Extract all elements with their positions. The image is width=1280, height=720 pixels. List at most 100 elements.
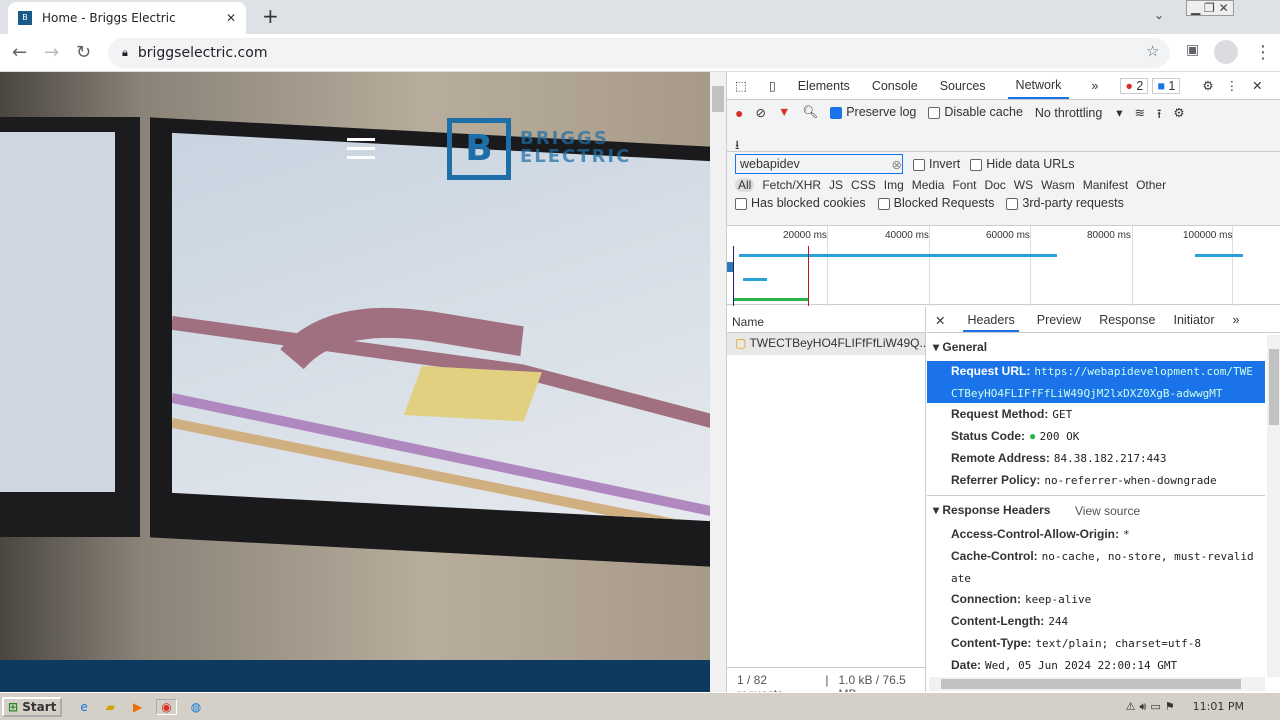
tab-response[interactable]: Response: [1099, 313, 1155, 332]
filter-icon[interactable]: ▼: [778, 105, 790, 119]
status-bar: 1 / 82 requests|1.0 kB / 76.5 MB: [727, 667, 926, 701]
header-row: Cache-Control: no-cache, no-store, must-r…: [951, 549, 1254, 563]
inspect-icon[interactable]: ⬚: [735, 78, 747, 93]
background-screen: [0, 132, 115, 492]
device-toolbar-icon[interactable]: ▯: [769, 78, 776, 93]
timeline-bar: [733, 298, 809, 301]
type-doc[interactable]: Doc: [984, 178, 1005, 192]
tab-preview[interactable]: Preview: [1037, 313, 1081, 332]
clear-filter-icon[interactable]: ⊗: [892, 157, 902, 172]
more-options-icon[interactable]: ⋮: [1226, 78, 1239, 93]
network-conditions-icon[interactable]: ≋: [1134, 105, 1144, 120]
tick-label: 40000 ms: [885, 230, 929, 241]
type-media[interactable]: Media: [912, 178, 945, 192]
throttling-select[interactable]: No throttling ▾: [1035, 105, 1123, 120]
messages-badge[interactable]: ■ 1: [1152, 77, 1181, 94]
header-row: ate: [951, 572, 971, 585]
new-tab-button[interactable]: +: [262, 4, 279, 28]
referrer-policy: Referrer Policy: no-referrer-when-downgra…: [951, 473, 1217, 487]
response-headers-toggle[interactable]: ▾ Response Headers: [933, 503, 1050, 517]
tab-search-icon[interactable]: ⌄: [1154, 8, 1164, 22]
type-js[interactable]: JS: [829, 178, 843, 192]
request-list: Name ▢ TWECTBeyHO4FLIFfFfLiW49Q... 1 / 8…: [727, 307, 926, 701]
tick-label: 80000 ms: [1087, 230, 1131, 241]
type-wasm[interactable]: Wasm: [1041, 178, 1075, 192]
timeline-bar: [1195, 254, 1243, 257]
tab-initiator[interactable]: Initiator: [1174, 313, 1215, 332]
clock: 11:01 PM: [1192, 700, 1244, 713]
details-horizontal-scrollbar[interactable]: [929, 677, 1265, 691]
tab-elements[interactable]: Elements: [798, 79, 850, 93]
general-section-toggle[interactable]: ▾ General: [933, 340, 987, 354]
folder-icon[interactable]: ▰: [106, 700, 115, 714]
errors-badge[interactable]: ● 2: [1120, 77, 1149, 94]
bookmark-star-icon[interactable]: ☆: [1146, 42, 1159, 60]
tray-icons[interactable]: ⚠🔊︎▭⚑: [1126, 700, 1179, 714]
clear-icon[interactable]: ⊘: [755, 105, 765, 120]
page-scrollbar[interactable]: [710, 72, 726, 692]
name-column-header[interactable]: Name: [727, 307, 925, 333]
close-tab-icon[interactable]: ✕: [226, 11, 236, 25]
close-devtools-icon[interactable]: ✕: [1252, 78, 1262, 93]
profile-avatar[interactable]: [1214, 40, 1238, 64]
back-icon[interactable]: ←: [12, 42, 27, 63]
preserve-log-checkbox[interactable]: Preserve log: [830, 105, 916, 119]
settings-icon[interactable]: ⚙: [1202, 78, 1213, 93]
network-overview-timeline[interactable]: 20000 ms 40000 ms 60000 ms 80000 ms 1000…: [727, 225, 1280, 306]
url-input[interactable]: 🔒︎ briggselectric.com: [108, 38, 1170, 68]
tab-network[interactable]: Network: [1007, 73, 1070, 99]
footer-band: [0, 660, 710, 692]
import-har-icon[interactable]: ⭱: [1157, 105, 1161, 126]
tab-console[interactable]: Console: [872, 79, 918, 93]
third-party-checkbox[interactable]: 3rd-party requests: [1006, 196, 1124, 210]
request-details: ✕ Headers Preview Response Initiator » ▾…: [927, 307, 1280, 692]
reload-icon[interactable]: ↻: [76, 42, 91, 63]
close-details-icon[interactable]: ✕: [935, 313, 945, 332]
menu-icon[interactable]: ⋮: [1254, 42, 1272, 63]
more-tabs[interactable]: »: [1091, 79, 1098, 93]
blocked-cookies-checkbox[interactable]: Has blocked cookies: [735, 196, 866, 210]
view-source-link[interactable]: View source: [1075, 504, 1140, 518]
type-all[interactable]: All: [735, 178, 755, 192]
tab-sources[interactable]: Sources: [940, 79, 986, 93]
details-vertical-scrollbar[interactable]: [1267, 335, 1280, 677]
disable-cache-checkbox[interactable]: Disable cache: [928, 105, 1023, 119]
media-player-icon[interactable]: ▶: [133, 700, 142, 714]
type-fetch[interactable]: Fetch/XHR: [762, 178, 821, 192]
lock-icon: 🔒︎: [122, 46, 128, 59]
favicon-icon: B: [18, 11, 32, 25]
logo-text: BRIGGS ELECTRIC: [520, 128, 632, 167]
browser-tab[interactable]: B Home - Briggs Electric ✕: [8, 2, 246, 34]
record-button[interactable]: ●: [735, 105, 743, 121]
transfer-size: 1.0 kB / 76.5 MB: [838, 673, 906, 701]
more-detail-tabs[interactable]: »: [1233, 313, 1240, 332]
blocked-requests-checkbox[interactable]: Blocked Requests: [877, 196, 994, 210]
search-icon[interactable]: 🔍︎: [802, 105, 818, 120]
hamburger-menu-icon[interactable]: [347, 138, 375, 165]
type-ws[interactable]: WS: [1014, 178, 1033, 192]
type-other[interactable]: Other: [1136, 178, 1166, 192]
hero-screen-image: [171, 132, 710, 537]
site-logo[interactable]: B: [447, 118, 511, 180]
network-settings-icon[interactable]: ⚙: [1173, 105, 1184, 120]
type-font[interactable]: Font: [952, 178, 976, 192]
request-row[interactable]: ▢ TWECTBeyHO4FLIFfFfLiW49Q...: [727, 333, 925, 355]
side-panel-icon[interactable]: ▣: [1186, 42, 1199, 58]
type-css[interactable]: CSS: [851, 178, 876, 192]
chrome-taskbar-icon[interactable]: ◉: [156, 698, 177, 715]
tab-headers[interactable]: Headers: [963, 313, 1019, 332]
edge-icon[interactable]: ◍: [191, 700, 201, 714]
tick-label: 100000 ms: [1183, 230, 1233, 241]
invert-checkbox[interactable]: Invert: [913, 157, 960, 171]
header-row: Access-Control-Allow-Origin: *: [951, 527, 1130, 541]
filter-input[interactable]: webapidev ⊗: [735, 154, 903, 174]
type-img[interactable]: Img: [884, 178, 904, 192]
start-button[interactable]: ⊞ Start: [2, 696, 63, 717]
ie-icon[interactable]: e: [80, 700, 87, 714]
hide-data-urls-checkbox[interactable]: Hide data URLs: [970, 157, 1075, 171]
forward-icon[interactable]: →: [44, 42, 59, 63]
type-manifest[interactable]: Manifest: [1083, 178, 1128, 192]
header-row: Content-Length: 244: [951, 614, 1069, 628]
tick-label: 60000 ms: [986, 230, 1030, 241]
window-controls[interactable]: ▁ ❐ ✕: [1186, 0, 1234, 16]
